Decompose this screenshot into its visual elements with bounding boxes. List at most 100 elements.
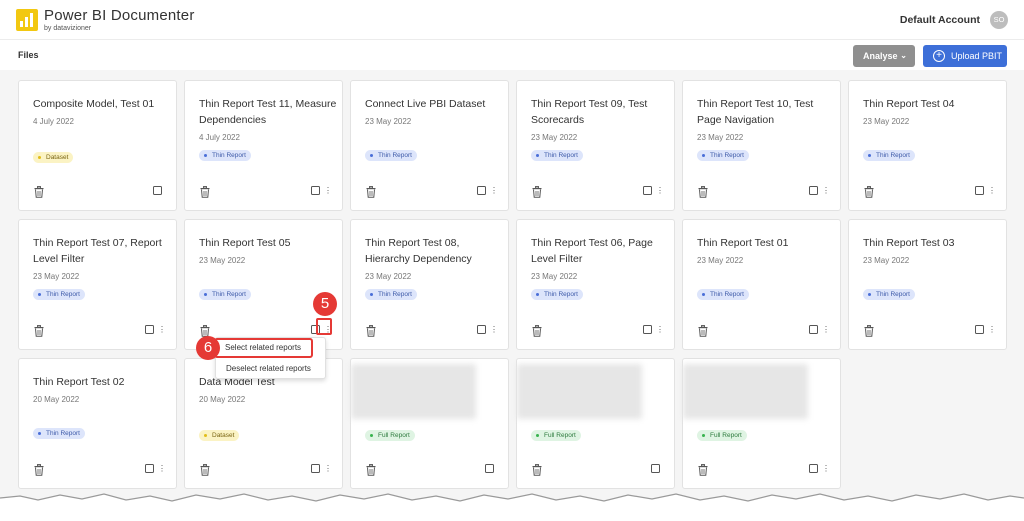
trash-icon[interactable] xyxy=(864,324,874,337)
menu-item-select-related[interactable]: Select related reports xyxy=(214,338,313,358)
card-date: 4 July 2022 xyxy=(199,133,240,142)
step-badge-5: 5 xyxy=(313,292,337,316)
card-title[interactable]: Thin Report Test 10, Test Page Navigatio… xyxy=(697,96,837,128)
file-card[interactable]: Composite Model, Test 01 4 July 2022 Datas… xyxy=(18,80,177,211)
card-date: 23 May 2022 xyxy=(365,117,412,126)
more-options-icon[interactable]: ⋮ xyxy=(158,465,166,473)
more-options-icon[interactable]: ⋮ xyxy=(490,326,498,334)
card-title[interactable]: Thin Report Test 04 xyxy=(863,96,1003,112)
file-type-badge: Thin Report xyxy=(863,289,915,300)
more-options-icon[interactable]: ⋮ xyxy=(158,326,166,334)
trash-icon[interactable] xyxy=(698,463,708,476)
trash-icon[interactable] xyxy=(366,185,376,198)
trash-icon[interactable] xyxy=(34,324,44,337)
trash-icon[interactable] xyxy=(200,185,210,198)
select-checkbox[interactable] xyxy=(477,325,486,334)
file-card[interactable]: Thin Report Test 06, Page Level Filter 23… xyxy=(516,219,675,350)
file-card[interactable]: Thin Report Test 02 20 May 2022 Thin Repor… xyxy=(18,358,177,489)
file-card[interactable]: Connect Live PBI Dataset 23 May 2022 Thin … xyxy=(350,80,509,211)
card-date: 20 May 2022 xyxy=(33,395,80,404)
more-options-icon[interactable]: ⋮ xyxy=(490,187,498,195)
file-card[interactable]: Thin Report Test 10, Test Page Navigatio… xyxy=(682,80,841,211)
file-card[interactable]: Thin Report Test 07, Report Level Filter… xyxy=(18,219,177,350)
card-date: 4 July 2022 xyxy=(33,117,74,126)
select-checkbox[interactable] xyxy=(311,464,320,473)
card-title[interactable]: Thin Report Test 01 xyxy=(697,235,837,251)
card-title[interactable]: Thin Report Test 06, Page Level Filter xyxy=(531,235,671,267)
more-options-icon[interactable]: ⋮ xyxy=(656,187,664,195)
upload-pbit-button[interactable]: + Upload PBIT xyxy=(923,45,1007,67)
card-title[interactable]: Connect Live PBI Dataset xyxy=(365,96,505,112)
select-checkbox[interactable] xyxy=(643,325,652,334)
file-card[interactable]: Full Report ⋮ xyxy=(682,358,841,489)
select-checkbox[interactable] xyxy=(809,325,818,334)
select-checkbox[interactable] xyxy=(485,464,494,473)
trash-icon[interactable] xyxy=(532,185,542,198)
file-card[interactable]: Thin Report Test 11, Measure Dependencie… xyxy=(184,80,343,211)
more-options-icon[interactable]: ⋮ xyxy=(988,326,996,334)
avatar[interactable]: SO xyxy=(990,11,1008,29)
card-date: 23 May 2022 xyxy=(697,256,744,265)
trash-icon[interactable] xyxy=(34,185,44,198)
trash-icon[interactable] xyxy=(698,185,708,198)
select-checkbox[interactable] xyxy=(145,325,154,334)
file-card[interactable]: Full Report xyxy=(516,358,675,489)
card-title[interactable]: Thin Report Test 09, Test Scorecards xyxy=(531,96,671,128)
card-title[interactable]: Thin Report Test 08, Hierarchy Dependenc… xyxy=(365,235,505,267)
select-checkbox[interactable] xyxy=(643,186,652,195)
card-title[interactable]: Thin Report Test 02 xyxy=(33,374,173,390)
trash-icon[interactable] xyxy=(366,324,376,337)
select-checkbox[interactable] xyxy=(809,464,818,473)
select-checkbox[interactable] xyxy=(975,325,984,334)
more-options-icon[interactable]: ⋮ xyxy=(656,326,664,334)
more-options-icon[interactable]: ⋮ xyxy=(324,465,332,473)
trash-icon[interactable] xyxy=(532,324,542,337)
file-card[interactable]: Thin Report Test 08, Hierarchy Dependenc… xyxy=(350,219,509,350)
card-date: 23 May 2022 xyxy=(531,133,578,142)
select-checkbox[interactable] xyxy=(809,186,818,195)
select-checkbox[interactable] xyxy=(145,464,154,473)
menu-item-deselect-related[interactable]: Deselect related reports xyxy=(216,359,327,379)
account-name[interactable]: Default Account xyxy=(900,14,980,26)
file-card[interactable]: Full Report xyxy=(350,358,509,489)
more-options-icon[interactable]: ⋮ xyxy=(988,187,996,195)
app-subtitle: by datavizioner xyxy=(44,25,92,32)
kebab-highlight xyxy=(316,318,332,335)
trash-icon[interactable] xyxy=(34,463,44,476)
trash-icon[interactable] xyxy=(200,324,210,337)
card-date: 23 May 2022 xyxy=(199,256,246,265)
more-options-icon[interactable]: ⋮ xyxy=(822,187,830,195)
select-checkbox[interactable] xyxy=(311,186,320,195)
card-title[interactable]: Thin Report Test 07, Report Level Filter xyxy=(33,235,173,267)
select-checkbox[interactable] xyxy=(975,186,984,195)
card-date: 23 May 2022 xyxy=(697,133,744,142)
trash-icon[interactable] xyxy=(698,324,708,337)
trash-icon[interactable] xyxy=(532,463,542,476)
card-title[interactable]: Thin Report Test 05 xyxy=(199,235,339,251)
more-options-icon[interactable]: ⋮ xyxy=(822,465,830,473)
select-checkbox[interactable] xyxy=(477,186,486,195)
card-title[interactable]: Thin Report Test 03 xyxy=(863,235,1003,251)
file-card[interactable]: Thin Report Test 04 23 May 2022 Thin Repor… xyxy=(848,80,1007,211)
analyse-button[interactable]: Analyse ⌄ xyxy=(853,45,915,67)
torn-edge xyxy=(0,493,1024,521)
power-bi-logo-icon xyxy=(16,9,38,31)
trash-icon[interactable] xyxy=(864,185,874,198)
file-card[interactable]: Thin Report Test 09, Test Scorecards 23 M… xyxy=(516,80,675,211)
trash-icon[interactable] xyxy=(200,463,210,476)
file-type-badge: Thin Report xyxy=(365,150,417,161)
file-card[interactable]: Thin Report Test 03 23 May 2022 Thin Repor… xyxy=(848,219,1007,350)
card-date: 23 May 2022 xyxy=(531,272,578,281)
card-title[interactable]: Thin Report Test 11, Measure Dependencie… xyxy=(199,96,339,128)
step-badge-6: 6 xyxy=(196,336,220,360)
more-options-icon[interactable]: ⋮ xyxy=(324,187,332,195)
redacted-title xyxy=(517,364,642,419)
file-card[interactable]: Thin Report Test 01 23 May 2022 Thin Repor… xyxy=(682,219,841,350)
trash-icon[interactable] xyxy=(366,463,376,476)
more-options-icon[interactable]: ⋮ xyxy=(822,326,830,334)
file-type-badge: Full Report xyxy=(531,430,581,441)
file-type-badge: Thin Report xyxy=(33,289,85,300)
select-checkbox[interactable] xyxy=(153,186,162,195)
card-title[interactable]: Composite Model, Test 01 xyxy=(33,96,173,112)
select-checkbox[interactable] xyxy=(651,464,660,473)
